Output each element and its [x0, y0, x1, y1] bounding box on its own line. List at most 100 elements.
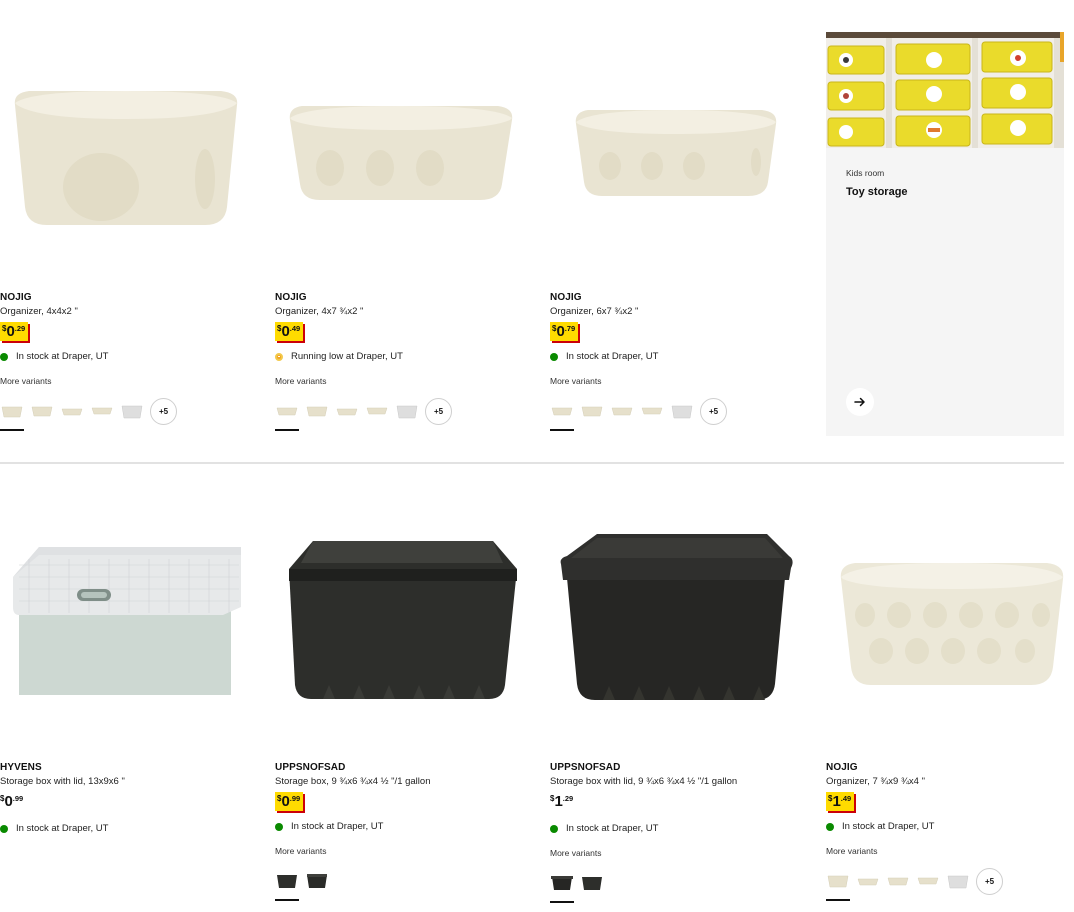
variant-thumb[interactable]	[826, 869, 850, 901]
variant-thumb[interactable]	[916, 869, 940, 893]
stock-status: In stock at Draper, UT	[275, 821, 525, 832]
product-image[interactable]	[826, 510, 1074, 730]
product-price: $0.99	[0, 794, 23, 809]
variant-thumb[interactable]	[335, 399, 359, 423]
in-stock-dot-icon	[550, 824, 558, 833]
variant-thumb[interactable]	[120, 399, 144, 423]
product-description: Organizer, 6x7 ¾x2 "	[550, 306, 639, 317]
more-variants-label: More variants	[0, 376, 52, 386]
variant-thumb[interactable]	[60, 399, 84, 423]
more-variants-label: More variants	[275, 376, 327, 386]
variant-list	[550, 868, 800, 903]
product-price: $0.99	[275, 792, 304, 811]
price-decimal: .29	[562, 794, 574, 803]
price-integer: 0	[556, 323, 565, 340]
product-description: Organizer, 7 ¾x9 ¾x4 "	[826, 776, 925, 787]
stock-text: In stock at Draper, UT	[16, 823, 109, 834]
more-variants-count[interactable]: +5	[976, 867, 1003, 895]
stock-text: In stock at Draper, UT	[566, 351, 659, 362]
product-image[interactable]	[550, 510, 800, 730]
price-decimal: .99	[289, 794, 301, 803]
in-stock-dot-icon	[0, 824, 8, 833]
product-image[interactable]	[275, 510, 525, 730]
variant-list: +5	[0, 396, 250, 431]
price-integer: 0	[281, 793, 290, 810]
product-price: $1.49	[826, 792, 855, 811]
variant-thumb[interactable]	[305, 869, 329, 893]
variant-thumb[interactable]	[550, 871, 574, 903]
price-integer: 0	[6, 323, 15, 340]
variant-thumb[interactable]	[90, 399, 114, 423]
price-decimal: .49	[289, 324, 301, 333]
promo-arrow-button[interactable]	[846, 388, 874, 416]
product-brand[interactable]: NOJIG	[275, 292, 525, 304]
more-variants-count[interactable]: +5	[700, 397, 727, 425]
toy-storage-image	[826, 32, 1064, 148]
variant-list: +5	[826, 866, 1074, 901]
variant-thumb[interactable]	[275, 399, 299, 431]
variant-thumb[interactable]	[856, 869, 880, 893]
product-brand[interactable]: UPPSNOFSAD	[275, 762, 525, 774]
price-decimal: .49	[840, 794, 852, 803]
stock-status: In stock at Draper, UT	[0, 823, 250, 834]
product-brand[interactable]: NOJIG	[0, 292, 250, 304]
variant-thumb[interactable]	[550, 399, 574, 431]
in-stock-dot-icon	[826, 822, 834, 831]
price-integer: 1	[832, 793, 841, 810]
variant-thumb[interactable]	[365, 399, 389, 423]
price-decimal: .79	[564, 324, 576, 333]
price-decimal: .29	[14, 324, 26, 333]
product-brand[interactable]: UPPSNOFSAD	[550, 762, 800, 774]
product-image[interactable]	[275, 40, 525, 260]
variant-thumb[interactable]	[886, 869, 910, 893]
product-description: Storage box with lid, 9 ¾x6 ¾x4 ½ "/1 ga…	[550, 776, 738, 787]
more-variants-count[interactable]: +5	[150, 397, 177, 425]
more-variants-label: More variants	[550, 848, 602, 858]
in-stock-dot-icon	[275, 822, 283, 831]
variant-thumb[interactable]	[670, 399, 694, 423]
product-image[interactable]	[550, 40, 800, 260]
variant-thumb[interactable]	[610, 399, 634, 423]
variant-thumb[interactable]	[640, 399, 664, 423]
stock-status: In stock at Draper, UT	[0, 351, 250, 362]
more-variants-label: More variants	[826, 846, 878, 856]
stock-status: In stock at Draper, UT	[550, 351, 800, 362]
product-price: $1.29	[550, 794, 573, 809]
promo-kicker: Kids room	[846, 168, 885, 178]
stock-text: Running low at Draper, UT	[291, 351, 403, 362]
product-price: $0.29	[0, 322, 29, 341]
variant-thumb[interactable]	[580, 871, 604, 895]
product-description: Organizer, 4x4x2 "	[0, 306, 78, 317]
variant-thumb[interactable]	[946, 869, 970, 893]
product-description: Storage box, 9 ¾x6 ¾x4 ½ "/1 gallon	[275, 776, 431, 787]
stock-status: In stock at Draper, UT	[826, 821, 1074, 832]
product-image[interactable]	[0, 40, 250, 260]
variant-thumb[interactable]	[580, 399, 604, 423]
variant-thumb[interactable]	[0, 399, 24, 431]
product-image[interactable]	[0, 510, 250, 730]
row-divider	[0, 462, 1064, 464]
product-brand[interactable]: NOJIG	[550, 292, 800, 304]
price-integer: 0	[4, 793, 13, 810]
variant-thumb[interactable]	[275, 869, 299, 901]
stock-status: In stock at Draper, UT	[550, 823, 800, 834]
stock-text: In stock at Draper, UT	[291, 821, 384, 832]
product-price: $0.49	[275, 322, 304, 341]
variant-thumb[interactable]	[305, 399, 329, 423]
in-stock-dot-icon	[0, 352, 8, 361]
more-variants-count[interactable]: +5	[425, 397, 452, 425]
low-stock-dot-icon	[275, 352, 283, 361]
product-brand[interactable]: HYVENS	[0, 762, 250, 774]
toy-storage-promo[interactable]: Kids room Toy storage	[826, 32, 1064, 436]
in-stock-dot-icon	[550, 352, 558, 361]
product-price: $0.79	[550, 322, 579, 341]
price-integer: 1	[554, 793, 563, 810]
price-decimal: .99	[12, 794, 24, 803]
product-description: Storage box with lid, 13x9x6 "	[0, 776, 125, 787]
more-variants-label: More variants	[275, 846, 327, 856]
product-brand[interactable]: NOJIG	[826, 762, 1074, 774]
more-variants-label: More variants	[550, 376, 602, 386]
variant-thumb[interactable]	[30, 399, 54, 423]
variant-thumb[interactable]	[395, 399, 419, 423]
promo-title[interactable]: Toy storage	[846, 186, 908, 198]
